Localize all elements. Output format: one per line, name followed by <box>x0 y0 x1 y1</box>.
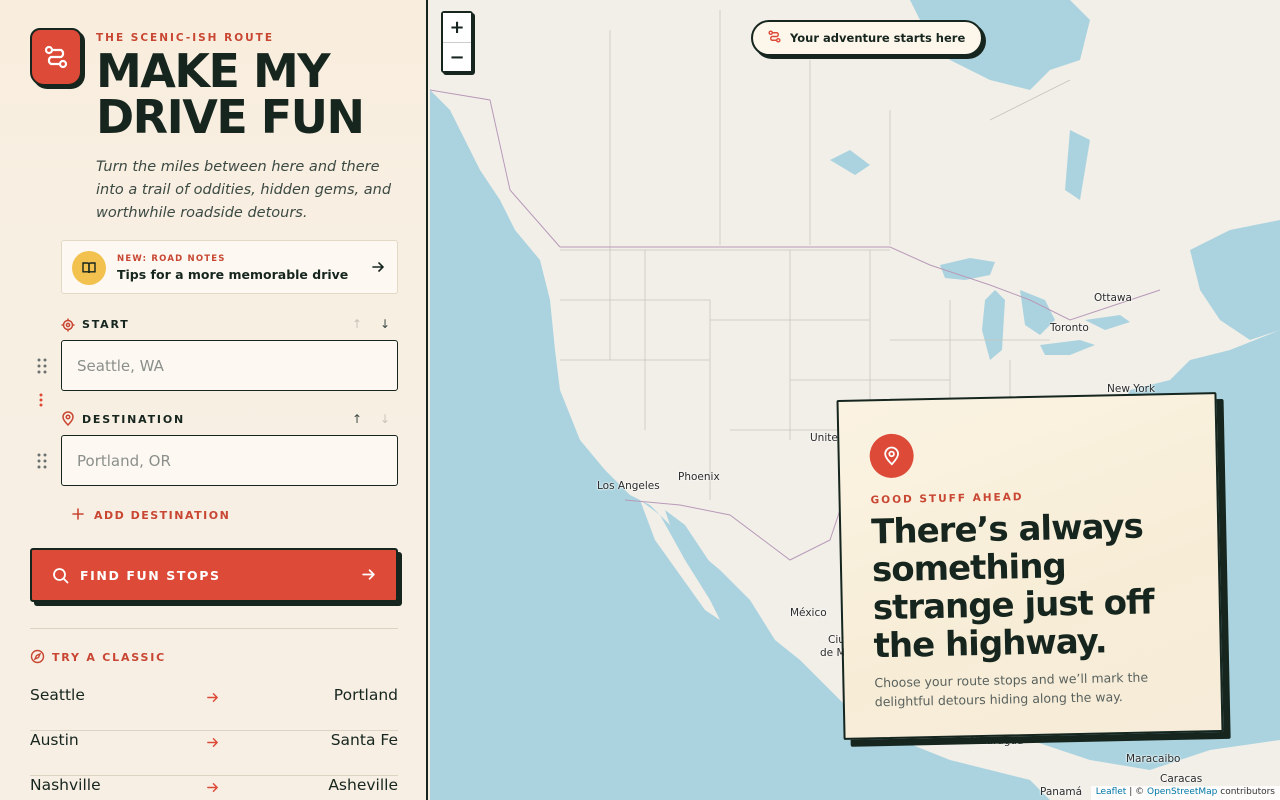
classic-route-row[interactable]: Austin Santa Fe <box>30 731 398 776</box>
add-destination-label: ADD DESTINATION <box>94 509 231 522</box>
city-label: Phoenix <box>678 471 720 483</box>
adventure-pill-label: Your adventure starts here <box>790 31 966 45</box>
move-up-button[interactable]: ↑ <box>352 413 362 425</box>
city-label: Los Angeles <box>597 480 660 492</box>
classic-route-row[interactable]: Seattle Portland <box>30 686 398 731</box>
card-kicker: GOOD STUFF AHEAD <box>870 491 1024 507</box>
road-notes-kicker: NEW: ROAD NOTES <box>117 254 226 264</box>
arrow-right-icon <box>371 259 385 278</box>
zoom-out-button[interactable]: − <box>443 42 471 71</box>
route-to: Portland <box>333 686 398 704</box>
arrow-right-icon <box>361 567 376 586</box>
drag-handle-icon[interactable] <box>37 453 47 469</box>
route-logo-icon <box>30 28 82 86</box>
arrow-right-icon <box>206 734 219 753</box>
map-attribution: Leaflet | © OpenStreetMap contributors <box>1090 786 1280 800</box>
route-connector-icon <box>39 392 43 407</box>
road-notes-title: Tips for a more memorable drive <box>117 267 349 282</box>
search-icon <box>52 567 69 588</box>
route-from: Seattle <box>30 686 85 704</box>
card-headline: There’s always something strange just of… <box>870 506 1154 667</box>
zoom-in-button[interactable]: + <box>443 13 471 42</box>
zoom-control: + − <box>441 11 473 73</box>
route-from: Austin <box>30 731 79 749</box>
city-label: Maracaibo <box>1126 753 1181 765</box>
compass-icon <box>30 649 45 668</box>
sidebar: THE SCENIC-ISH ROUTE MAKE MY DRIVE FUN T… <box>0 0 428 800</box>
leaflet-link[interactable]: Leaflet <box>1096 787 1127 797</box>
tagline: Turn the miles between here and there in… <box>96 159 392 221</box>
city-label: Caracas <box>1160 773 1203 785</box>
city-label: Ottawa <box>1094 292 1132 304</box>
attribution-contributors: contributors <box>1220 787 1275 797</box>
city-label: México <box>790 607 827 619</box>
start-input[interactable] <box>61 340 398 391</box>
destination-input[interactable] <box>61 435 398 486</box>
attribution-separator: | © <box>1129 787 1145 797</box>
city-label: Unite <box>810 432 838 444</box>
pin-icon <box>61 411 75 430</box>
book-icon <box>72 251 106 285</box>
openstreetmap-link[interactable]: OpenStreetMap <box>1147 787 1217 797</box>
move-down-button[interactable]: ↓ <box>380 413 390 425</box>
route-from: Nashville <box>30 776 101 794</box>
route-to: Santa Fe <box>330 731 398 749</box>
card-body: Choose your route stops and we’ll mark t… <box>874 669 1149 710</box>
arrow-right-icon <box>206 689 219 708</box>
move-down-button[interactable]: ↓ <box>380 318 390 330</box>
plus-icon <box>72 508 84 523</box>
arrow-right-icon <box>206 779 219 798</box>
map[interactable]: Ottawa Toronto New York Los Angeles Phoe… <box>430 0 1280 800</box>
classic-route-row[interactable]: Nashville Asheville <box>30 776 398 800</box>
info-card: GOOD STUFF AHEAD There’s always somethin… <box>836 392 1224 740</box>
destination-label: DESTINATION <box>82 413 185 426</box>
crosshair-icon <box>61 317 75 336</box>
find-fun-stops-label: FIND FUN STOPS <box>80 568 221 583</box>
find-fun-stops-button[interactable]: FIND FUN STOPS <box>30 548 398 602</box>
page-title: MAKE MY DRIVE FUN <box>96 44 365 144</box>
divider <box>30 628 398 629</box>
city-label: Toronto <box>1050 322 1089 334</box>
try-a-classic-label: TRY A CLASSIC <box>52 651 167 664</box>
start-label: START <box>82 318 130 331</box>
move-up-button[interactable]: ↑ <box>352 318 362 330</box>
road-notes-card[interactable]: NEW: ROAD NOTES Tips for a more memorabl… <box>61 240 398 294</box>
route-to: Asheville <box>328 776 398 794</box>
add-destination-button[interactable]: ADD DESTINATION <box>72 508 230 523</box>
drag-handle-icon[interactable] <box>37 358 47 374</box>
brand-eyebrow: THE SCENIC-ISH ROUTE <box>96 32 275 44</box>
info-card-panel: GOOD STUFF AHEAD There’s always somethin… <box>836 392 1224 740</box>
route-icon <box>767 29 782 47</box>
city-label: Panamá <box>1040 786 1083 798</box>
adventure-pill: Your adventure starts here <box>751 20 984 56</box>
pin-icon <box>869 433 915 479</box>
